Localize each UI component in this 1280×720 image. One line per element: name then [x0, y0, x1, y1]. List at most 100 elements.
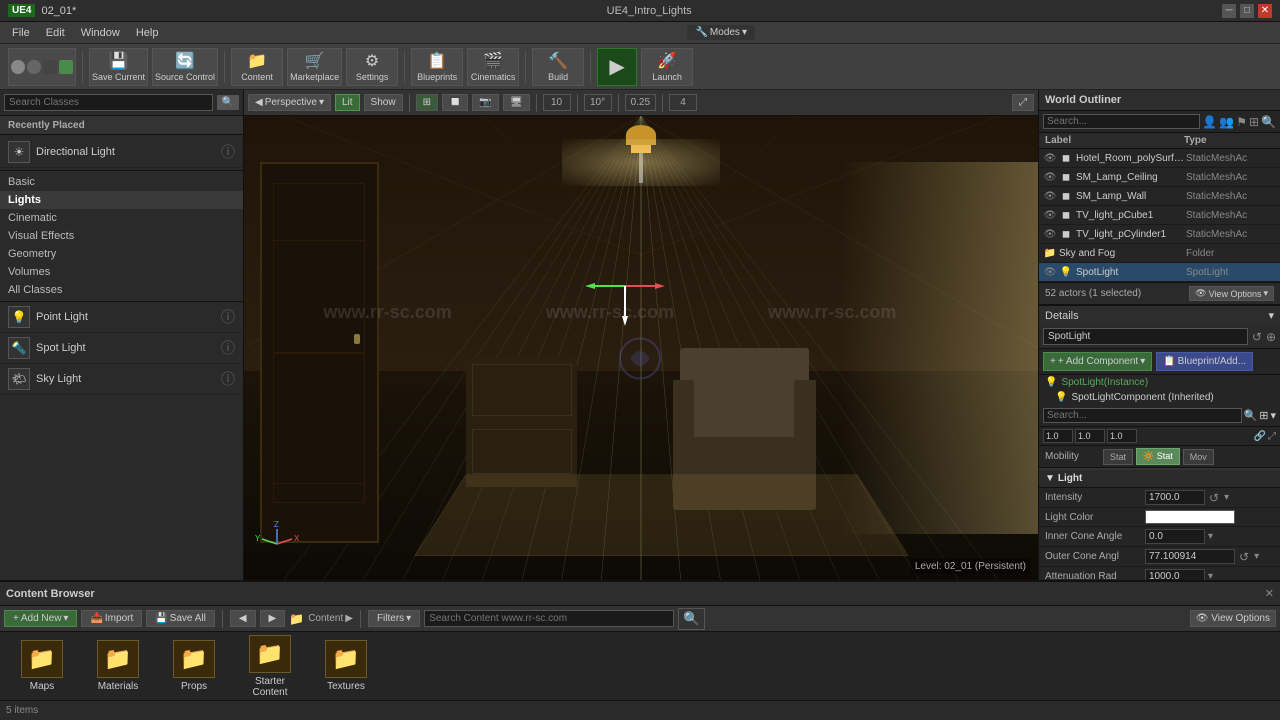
cb-save-all-btn[interactable]: 💾 Save All	[146, 610, 215, 627]
outer-cone-input[interactable]	[1145, 549, 1235, 564]
cb-folder-materials[interactable]: 📁 Materials	[88, 640, 148, 692]
category-geometry[interactable]: Geometry	[0, 245, 243, 263]
viewport-lit-btn[interactable]: Lit	[335, 94, 360, 111]
outliner-search-input[interactable]	[1043, 114, 1200, 129]
modes-dropdown[interactable]: 🔧 Modes ▾	[695, 27, 747, 38]
transform-x[interactable]	[1043, 429, 1073, 443]
spotlight-instance-item[interactable]: 💡 SpotLight(Instance)	[1039, 375, 1280, 390]
outer-cone-arrow-btn[interactable]: ▾	[1253, 551, 1260, 562]
recent-directional-light[interactable]: ☀ Directional Light ⓘ	[0, 137, 243, 168]
outliner-item-sky-fog[interactable]: 📁 Sky and Fog Folder	[1039, 244, 1280, 263]
cb-search-btn[interactable]: 🔍	[678, 608, 705, 630]
search-classes-btn[interactable]: 🔍	[217, 95, 239, 110]
viewport-toolbar: ◀ Perspective ▾ Lit Show ⊞ 🔲 📷 🖥 10 10° …	[244, 90, 1038, 116]
category-volumes[interactable]: Volumes	[0, 263, 243, 281]
cb-filters-btn[interactable]: Filters ▾	[368, 610, 420, 627]
menu-file[interactable]: File	[4, 25, 38, 41]
viewport[interactable]: ◀ Perspective ▾ Lit Show ⊞ 🔲 📷 🖥 10 10° …	[244, 90, 1038, 580]
search-icon[interactable]: 🔍	[1261, 115, 1276, 129]
close-button[interactable]: ✕	[1258, 4, 1272, 18]
spot-light-item[interactable]: 🔦 Spot Light ⓘ	[0, 333, 243, 364]
settings-btn[interactable]: ⚙ Settings	[346, 48, 398, 86]
mobility-movable-btn[interactable]: Mov	[1183, 449, 1214, 465]
save-current-btn[interactable]: 💾 Save Current	[89, 48, 148, 86]
search-classes-input[interactable]	[4, 94, 213, 111]
view-options-btn[interactable]: 👁 View Options ▾	[1189, 286, 1274, 301]
intensity-input[interactable]	[1145, 490, 1205, 505]
launch-btn[interactable]: 🚀 Launch	[641, 48, 693, 86]
menu-edit[interactable]: Edit	[38, 25, 73, 41]
category-cinematic[interactable]: Cinematic	[0, 209, 243, 227]
spotlight-inherited-item[interactable]: 💡 SpotLightComponent (Inherited)	[1039, 390, 1280, 405]
cb-close-icon[interactable]: ✕	[1265, 587, 1274, 600]
outliner-item-lamp-ceiling[interactable]: 👁 ◼ SM_Lamp_Ceiling StaticMeshAc	[1039, 168, 1280, 187]
play-btn[interactable]: ▶	[597, 48, 637, 86]
minimize-button[interactable]: ─	[1222, 4, 1236, 18]
outliner-item-hotel-room[interactable]: 👁 ◼ Hotel_Room_polySurfa... StaticMeshAc	[1039, 149, 1280, 168]
build-btn[interactable]: 🔨 Build	[532, 48, 584, 86]
cb-add-new-btn[interactable]: + Add New ▾	[4, 610, 77, 627]
modes-panel-btn[interactable]	[8, 48, 76, 86]
prop-light-color-row: Light Color	[1039, 508, 1280, 527]
details-name-input[interactable]	[1043, 328, 1248, 345]
viewport-sep-2	[536, 94, 537, 112]
category-visual-effects[interactable]: Visual Effects	[0, 227, 243, 245]
transform-z[interactable]	[1107, 429, 1137, 443]
source-control-btn[interactable]: 🔄 Source Control	[152, 48, 218, 86]
cb-folder-textures[interactable]: 📁 Textures	[316, 640, 376, 692]
intensity-arrow-btn[interactable]: ▾	[1223, 492, 1230, 503]
category-all-classes[interactable]: All Classes	[0, 281, 243, 299]
menu-window[interactable]: Window	[73, 25, 128, 41]
mobility-static-btn[interactable]: Stat	[1103, 449, 1133, 465]
blueprint-add-btn[interactable]: 📋 Blueprint/Add...	[1156, 352, 1253, 371]
point-light-item[interactable]: 💡 Point Light ⓘ	[0, 302, 243, 333]
blueprints-btn[interactable]: 📋 Blueprints	[411, 48, 463, 86]
outliner-item-lamp-wall[interactable]: 👁 ◼ SM_Lamp_Wall StaticMeshAc	[1039, 187, 1280, 206]
viewport-grid-btn[interactable]: ⊞	[416, 94, 438, 111]
cb-import-btn[interactable]: 📥 Import	[81, 610, 142, 627]
cinematics-btn[interactable]: 🎬 Cinematics	[467, 48, 519, 86]
attenuation-arrow-btn[interactable]: ▾	[1207, 571, 1214, 580]
category-lights[interactable]: Lights	[0, 191, 243, 209]
details-dropdown-arrow[interactable]: ▾	[1268, 309, 1274, 322]
cb-import-icon: 📥	[90, 613, 102, 624]
cb-folder-starter-content[interactable]: 📁 Starter Content	[240, 635, 300, 698]
viewport-sep-1	[409, 94, 410, 112]
mobility-stationary-btn[interactable]: 🔆 Stat	[1136, 448, 1180, 465]
viewport-cam-btn[interactable]: 📷	[472, 94, 498, 111]
viewport-show-btn[interactable]: Show	[364, 94, 403, 111]
category-basic[interactable]: Basic	[0, 173, 243, 191]
light-color-swatch[interactable]	[1145, 510, 1235, 524]
inner-cone-input[interactable]	[1145, 529, 1205, 544]
outliner-item-tv-cylinder[interactable]: 👁 ◼ TV_light_pCylinder1 StaticMeshAc	[1039, 225, 1280, 244]
marketplace-btn[interactable]: 🛒 Marketplace	[287, 48, 342, 86]
viewport-snap-btn[interactable]: 🔲	[442, 94, 468, 111]
cb-folder-props[interactable]: 📁 Props	[164, 640, 224, 692]
cb-folder-maps[interactable]: 📁 Maps	[12, 640, 72, 692]
light-section-header[interactable]: ▼ Light	[1039, 470, 1280, 488]
viewport-mode-btn[interactable]: ◀ Perspective ▾	[248, 94, 331, 111]
viewport-render-btn[interactable]: 🖥	[503, 94, 530, 111]
viewport-maximize-btn[interactable]: ⤢	[1012, 94, 1034, 111]
spotlight-instance-icon: 💡	[1045, 377, 1057, 388]
add-component-btn[interactable]: + + Add Component ▾	[1043, 352, 1152, 371]
attenuation-input[interactable]	[1145, 569, 1205, 580]
cb-add-icon: +	[13, 613, 19, 624]
sky-light-item[interactable]: 🌤 Sky Light ⓘ	[0, 364, 243, 395]
outer-cone-reset-btn[interactable]: ↺	[1237, 550, 1251, 564]
maximize-button[interactable]: □	[1240, 4, 1254, 18]
cb-view-options-btn[interactable]: 👁 View Options	[1190, 610, 1276, 627]
cb-search-input[interactable]	[424, 610, 674, 627]
cb-nav-fwd-btn[interactable]: ▶	[260, 610, 286, 627]
intensity-reset-btn[interactable]: ↺	[1207, 491, 1221, 505]
content-btn[interactable]: 📁 Content	[231, 48, 283, 86]
menu-help[interactable]: Help	[128, 25, 167, 41]
inner-cone-arrow-btn[interactable]: ▾	[1207, 531, 1214, 542]
content-browser: Content Browser ✕ + Add New ▾ 📥 Import 💾…	[0, 580, 1280, 720]
outliner-columns-header: Label Type	[1039, 133, 1280, 149]
outliner-item-tv-cube[interactable]: 👁 ◼ TV_light_pCube1 StaticMeshAc	[1039, 206, 1280, 225]
property-search-input[interactable]	[1043, 408, 1242, 423]
cb-nav-back-btn[interactable]: ◀	[230, 610, 256, 627]
transform-y[interactable]	[1075, 429, 1105, 443]
outliner-item-spotlight[interactable]: 👁 💡 SpotLight SpotLight	[1039, 263, 1280, 282]
